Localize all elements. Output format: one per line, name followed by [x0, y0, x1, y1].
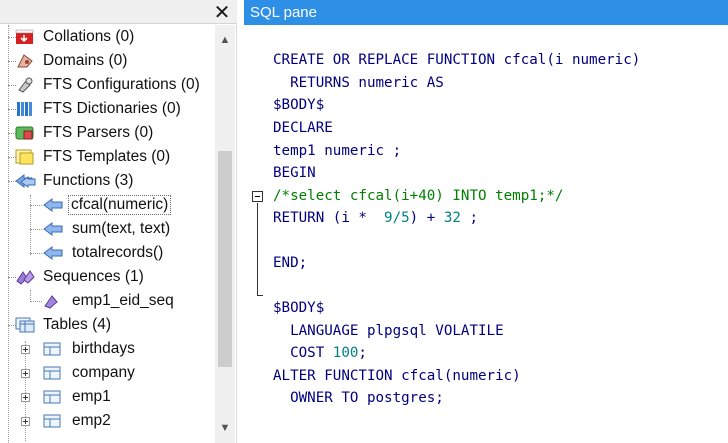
sql-pane-title-bar: SQL pane [244, 0, 728, 25]
tree-node-label: birthdays [72, 340, 135, 357]
tree-node-collations[interactable]: Collations (0) [0, 25, 215, 49]
scrollbar-thumb[interactable] [218, 151, 232, 367]
tree-node-label: FTS Dictionaries (0) [43, 100, 181, 117]
code-line: DECLARE [273, 120, 333, 136]
table-icon [42, 341, 61, 357]
tree-node-label: Collations (0) [43, 28, 135, 45]
object-browser-panel: ✕ Collations (0) Domains (0) FTS Configu… [0, 0, 237, 443]
function-icon [42, 245, 63, 261]
tree-node-label: company [72, 364, 135, 381]
tree-node-tables[interactable]: Tables (4) [0, 313, 215, 337]
tree-scrollbar[interactable]: ▲ ▼ [215, 25, 235, 443]
tree-node-label: Sequences (1) [43, 268, 144, 285]
tree-node-fts-dictionaries[interactable]: FTS Dictionaries (0) [0, 97, 215, 121]
fts-dictionaries-icon [15, 101, 33, 117]
fts-templates-icon [15, 149, 34, 165]
tree-node-label: Domains (0) [43, 52, 128, 69]
object-browser-header: ✕ [0, 0, 237, 24]
function-icon [42, 197, 63, 213]
domains-icon [15, 53, 33, 69]
tree-node-function-sum[interactable]: sum(text, text) [0, 217, 215, 241]
tree-node-label: FTS Configurations (0) [43, 76, 200, 93]
tree-node-label: emp1 [72, 388, 111, 405]
sequence-icon [42, 293, 60, 309]
tree-node-table-emp1[interactable]: emp1 [0, 385, 215, 409]
tree-node-function-cfcal[interactable]: cfcal(numeric) [0, 193, 215, 217]
fts-parsers-icon [15, 125, 34, 141]
tree-node-label: Tables (4) [43, 316, 112, 333]
tree-node-label: cfcal(numeric) [68, 195, 172, 215]
code-line: END; [273, 255, 308, 271]
fts-configurations-icon [15, 77, 33, 93]
fold-guide-end [257, 295, 263, 296]
code-line: RETURN (i * 9/5) + 32 ; [273, 210, 479, 226]
tree-node-label: Functions (3) [43, 172, 134, 189]
tree-node-label: FTS Templates (0) [43, 148, 171, 165]
code-line: $BODY$ [273, 300, 325, 316]
code-line: RETURNS numeric AS [273, 75, 444, 91]
close-icon[interactable]: ✕ [211, 0, 233, 24]
tree-node-fts-templates[interactable]: FTS Templates (0) [0, 145, 215, 169]
code-line: LANGUAGE plpgsql VOLATILE [273, 323, 504, 339]
object-tree: Collations (0) Domains (0) FTS Configura… [0, 25, 215, 443]
fold-guide [257, 203, 258, 295]
tree-node-function-totalrecords[interactable]: totalrecords() [0, 241, 215, 265]
scroll-up-icon[interactable]: ▲ [215, 31, 235, 49]
code-line: temp1 numeric ; [273, 143, 402, 159]
tree-node-table-birthdays[interactable]: birthdays [0, 337, 215, 361]
functions-icon [15, 173, 36, 189]
fold-collapse-icon[interactable] [252, 191, 263, 202]
tree-node-domains[interactable]: Domains (0) [0, 49, 215, 73]
expand-icon[interactable] [21, 369, 30, 378]
tree-node-fts-configurations[interactable]: FTS Configurations (0) [0, 73, 215, 97]
tables-icon [15, 317, 35, 333]
table-icon [42, 413, 61, 429]
expand-icon[interactable] [21, 393, 30, 402]
sql-editor[interactable]: CREATE OR REPLACE FUNCTION cfcal(i numer… [244, 25, 728, 443]
code-line: CREATE OR REPLACE FUNCTION cfcal(i numer… [273, 52, 641, 68]
code-line-comment: /*select cfcal(i+40) INTO temp1;*/ [273, 188, 564, 204]
scroll-down-icon[interactable]: ▼ [215, 419, 235, 437]
code-line: ALTER FUNCTION cfcal(numeric) [273, 368, 521, 384]
tree-node-label: totalrecords() [72, 244, 164, 261]
table-icon [42, 365, 61, 381]
tree-node-label: emp2 [72, 412, 111, 429]
expand-icon[interactable] [21, 345, 30, 354]
table-icon [42, 389, 61, 405]
tree-node-fts-parsers[interactable]: FTS Parsers (0) [0, 121, 215, 145]
sequences-icon [15, 269, 35, 285]
tree-node-label: emp1_eid_seq [72, 292, 174, 309]
tree-node-sequences[interactable]: Sequences (1) [0, 265, 215, 289]
code-line: COST 100; [273, 345, 367, 361]
collations-icon [15, 29, 34, 45]
expand-icon[interactable] [21, 417, 30, 426]
tree-node-label: FTS Parsers (0) [43, 124, 154, 141]
tree-node-functions[interactable]: Functions (3) [0, 169, 215, 193]
sql-pane: SQL pane CREATE OR REPLACE FUNCTION cfca… [244, 0, 728, 443]
function-icon [42, 221, 63, 237]
code-line: BEGIN [273, 165, 316, 181]
tree-node-table-emp2[interactable]: emp2 [0, 409, 215, 433]
tree-node-sequence-emp1-eid-seq[interactable]: emp1_eid_seq [0, 289, 215, 313]
tree-node-table-company[interactable]: company [0, 361, 215, 385]
sql-pane-title: SQL pane [250, 4, 317, 21]
code-line: OWNER TO postgres; [273, 390, 444, 406]
tree-node-label: sum(text, text) [72, 220, 171, 237]
code-line: $BODY$ [273, 97, 325, 113]
